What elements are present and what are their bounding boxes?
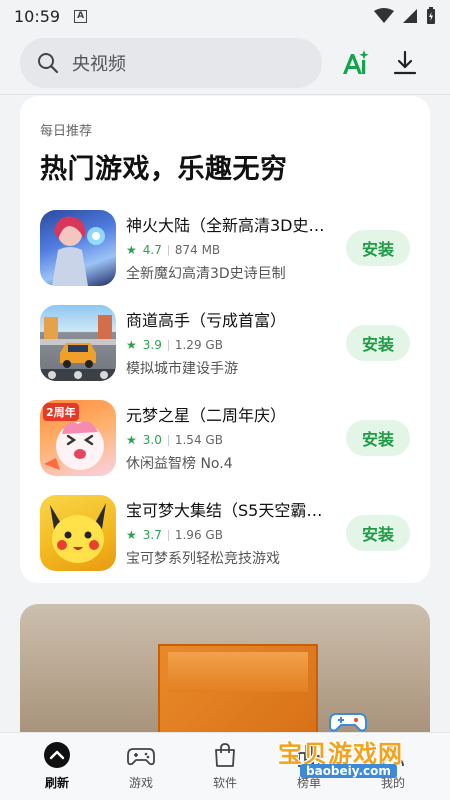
ai-assistant-button[interactable]	[338, 46, 372, 80]
star-icon: ★	[126, 433, 137, 447]
notification-a-icon: A	[74, 9, 88, 23]
list-item[interactable]: 2周年 元梦之星（二周年庆） ★ 3.0 1.54 GB 休闲益智榜 No.4 …	[40, 390, 410, 485]
ai-sparkle-icon	[343, 50, 369, 74]
app-name: 神火大陆（全新高清3D史诗巨制）	[126, 216, 336, 235]
app-rating: 3.0	[142, 433, 162, 447]
app-info: 商道高手（亏成首富） ★ 3.9 1.29 GB 模拟城市建设手游	[126, 307, 346, 378]
wifi-icon	[374, 8, 394, 23]
app-description: 宝可梦系列轻松竞技游戏	[126, 551, 280, 567]
pikachu-icon[interactable]	[40, 494, 116, 571]
city-car-icon[interactable]	[40, 304, 116, 381]
install-button[interactable]: 安装	[346, 419, 410, 456]
star-icon: ★	[126, 528, 137, 542]
download-button[interactable]	[388, 46, 422, 80]
install-button[interactable]: 安装	[346, 324, 410, 361]
gift-box-lid	[168, 652, 308, 692]
app-rating: 3.9	[142, 338, 162, 352]
shopping-bag-icon	[215, 743, 235, 767]
app-description: 休闲益智榜 No.4	[126, 456, 233, 472]
nav-item-refresh[interactable]: 刷新	[15, 741, 99, 791]
daily-recommendation-card: 每日推荐 热门游戏，乐趣无穷 神火大陆（全新高清3D史诗巨制） ★ 4.7	[20, 96, 430, 583]
card-eyebrow: 每日推荐	[40, 124, 93, 139]
app-size: 1.96 GB	[174, 528, 223, 542]
search-input[interactable]: 央视频	[20, 38, 322, 88]
search-icon	[38, 53, 59, 74]
refresh-up-icon	[44, 742, 70, 768]
star-icon: ★	[126, 338, 137, 352]
app-meta: ★ 4.7 874 MB	[126, 243, 346, 257]
meta-divider	[167, 434, 169, 446]
app-name: 元梦之星（二周年庆）	[126, 406, 287, 425]
star-icon: ★	[126, 243, 137, 257]
list-item[interactable]: 宝可梦大集结（S5天空霸主） ★ 3.7 1.96 GB 宝可梦系列轻松竞技游戏…	[40, 485, 410, 580]
app-name: 宝可梦大集结（S5天空霸主）	[126, 501, 336, 520]
app-info: 神火大陆（全新高清3D史诗巨制） ★ 4.7 874 MB 全新魔幻高清3D史诗…	[126, 212, 346, 283]
nav-label: 软件	[212, 776, 237, 790]
icon-badge: 2周年	[43, 402, 79, 421]
app-meta: ★ 3.9 1.29 GB	[126, 338, 346, 352]
nav-item-games[interactable]: 游戏	[99, 741, 183, 791]
app-rating: 4.7	[142, 243, 162, 257]
app-name: 商道高手（亏成首富）	[126, 311, 287, 330]
nav-label: 游戏	[128, 776, 153, 790]
install-button[interactable]: 安装	[346, 514, 410, 551]
meta-divider	[167, 529, 169, 541]
signal-icon	[403, 9, 417, 23]
install-button[interactable]: 安装	[346, 229, 410, 266]
app-list: 神火大陆（全新高清3D史诗巨制） ★ 4.7 874 MB 全新魔幻高清3D史诗…	[40, 200, 410, 580]
app-description: 模拟城市建设手游	[126, 361, 238, 377]
app-info: 元梦之星（二周年庆） ★ 3.0 1.54 GB 休闲益智榜 No.4	[126, 402, 346, 473]
battery-icon	[427, 7, 435, 24]
app-info: 宝可梦大集结（S5天空霸主） ★ 3.7 1.96 GB 宝可梦系列轻松竞技游戏	[126, 497, 346, 568]
status-bar: 10:59 A	[0, 0, 450, 32]
meta-divider	[167, 339, 169, 351]
site-watermark: 宝贝游戏网 baobeiy.com	[278, 710, 438, 800]
app-meta: ★ 3.7 1.96 GB	[126, 528, 346, 542]
top-bar: 央视频	[0, 32, 450, 94]
status-time: 10:59	[14, 6, 61, 26]
anniversary-character-icon[interactable]: 2周年	[40, 399, 116, 476]
app-size: 874 MB	[174, 243, 221, 257]
app-size: 1.54 GB	[174, 433, 223, 447]
watermark-url: baobeiy.com	[300, 764, 397, 778]
fantasy-warrior-icon[interactable]	[40, 209, 116, 286]
list-item[interactable]: 神火大陆（全新高清3D史诗巨制） ★ 4.7 874 MB 全新魔幻高清3D史诗…	[40, 200, 410, 295]
list-item[interactable]: 商道高手（亏成首富） ★ 3.9 1.29 GB 模拟城市建设手游 安装	[40, 295, 410, 390]
search-placeholder: 央视频	[72, 54, 126, 75]
app-rating: 3.7	[142, 528, 162, 542]
watermark-gamepad-icon	[329, 713, 367, 732]
nav-item-apps[interactable]: 软件	[183, 741, 267, 791]
nav-label: 刷新	[44, 776, 69, 790]
card-title: 热门游戏，乐趣无穷	[40, 154, 288, 185]
meta-divider	[167, 244, 169, 256]
app-description: 全新魔幻高清3D史诗巨制	[126, 266, 286, 282]
app-meta: ★ 3.0 1.54 GB	[126, 433, 346, 447]
gamepad-icon	[127, 748, 155, 766]
app-size: 1.29 GB	[174, 338, 223, 352]
download-icon	[393, 50, 417, 75]
header-divider	[0, 94, 450, 95]
